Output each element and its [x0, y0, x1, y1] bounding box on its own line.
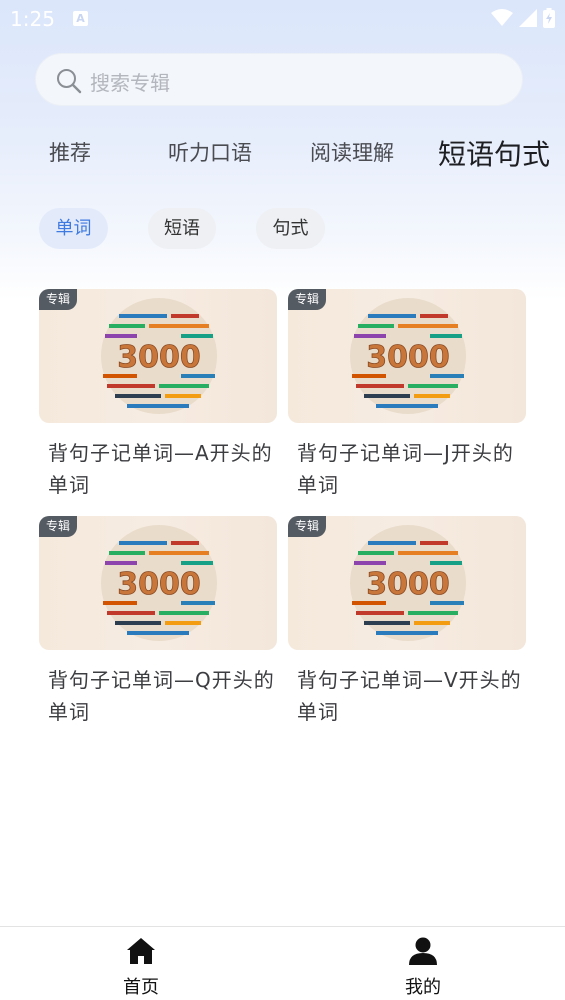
album-title[interactable]: 背句子记单词—J开头的单词 — [297, 437, 527, 501]
album-title[interactable]: 背句子记单词—Q开头的单词 — [48, 664, 278, 728]
status-time: 1:25 — [10, 7, 55, 31]
word-cloud-image: 3000 — [101, 298, 217, 414]
album-badge: 专辑 — [288, 289, 327, 310]
search-icon — [57, 69, 82, 94]
status-bar: 1:25 A — [0, 0, 565, 38]
tab-reading[interactable]: 阅读理解 — [310, 137, 394, 167]
album-badge: 专辑 — [288, 516, 327, 537]
album-title[interactable]: 背句子记单词—V开头的单词 — [297, 664, 527, 728]
battery-icon — [543, 8, 555, 28]
chip-sentence-patterns[interactable]: 句式 — [256, 208, 325, 249]
profile-icon — [409, 937, 437, 965]
tab-recommend[interactable]: 推荐 — [49, 137, 91, 167]
bottom-nav: 首页 我的 — [0, 926, 565, 1000]
cover-number: 3000 — [366, 567, 450, 602]
album-badge: 专辑 — [39, 516, 78, 537]
search-placeholder: 搜索专辑 — [90, 71, 170, 95]
signal-icon — [519, 9, 537, 27]
nav-profile-label: 我的 — [405, 977, 441, 998]
chip-words[interactable]: 单词 — [39, 208, 108, 249]
cover-number: 3000 — [117, 340, 201, 375]
search-input[interactable]: 搜索专辑 — [35, 53, 523, 106]
word-cloud-image: 3000 — [350, 525, 466, 641]
a-icon: A — [73, 11, 88, 26]
tab-listening-speaking[interactable]: 听力口语 — [168, 137, 252, 167]
cover-number: 3000 — [366, 340, 450, 375]
tab-phrases-sentences[interactable]: 短语句式 — [438, 133, 550, 173]
word-cloud-image: 3000 — [101, 525, 217, 641]
nav-home[interactable]: 首页 — [81, 927, 201, 1000]
nav-home-label: 首页 — [123, 977, 159, 998]
cover-number: 3000 — [117, 567, 201, 602]
album-title[interactable]: 背句子记单词—A开头的单词 — [48, 437, 278, 501]
word-cloud-image: 3000 — [350, 298, 466, 414]
album-cover: 3000 专辑 — [288, 289, 526, 423]
album-cover: 3000 专辑 — [288, 516, 526, 650]
nav-profile[interactable]: 我的 — [363, 927, 483, 1000]
album-cover: 3000 专辑 — [39, 516, 277, 650]
album-badge: 专辑 — [39, 289, 78, 310]
wifi-icon — [491, 9, 513, 26]
home-icon — [127, 938, 155, 964]
album-card[interactable]: 3000 专辑 背句子记单词—J开头的单词 — [288, 289, 526, 497]
chip-phrases[interactable]: 短语 — [148, 208, 216, 249]
album-card[interactable]: 3000 专辑 背句子记单词—A开头的单词 — [39, 289, 277, 497]
album-card[interactable]: 3000 专辑 背句子记单词—V开头的单词 — [288, 516, 526, 724]
status-icons — [491, 8, 555, 28]
album-card[interactable]: 3000 专辑 背句子记单词—Q开头的单词 — [39, 516, 277, 724]
album-cover: 3000 专辑 — [39, 289, 277, 423]
